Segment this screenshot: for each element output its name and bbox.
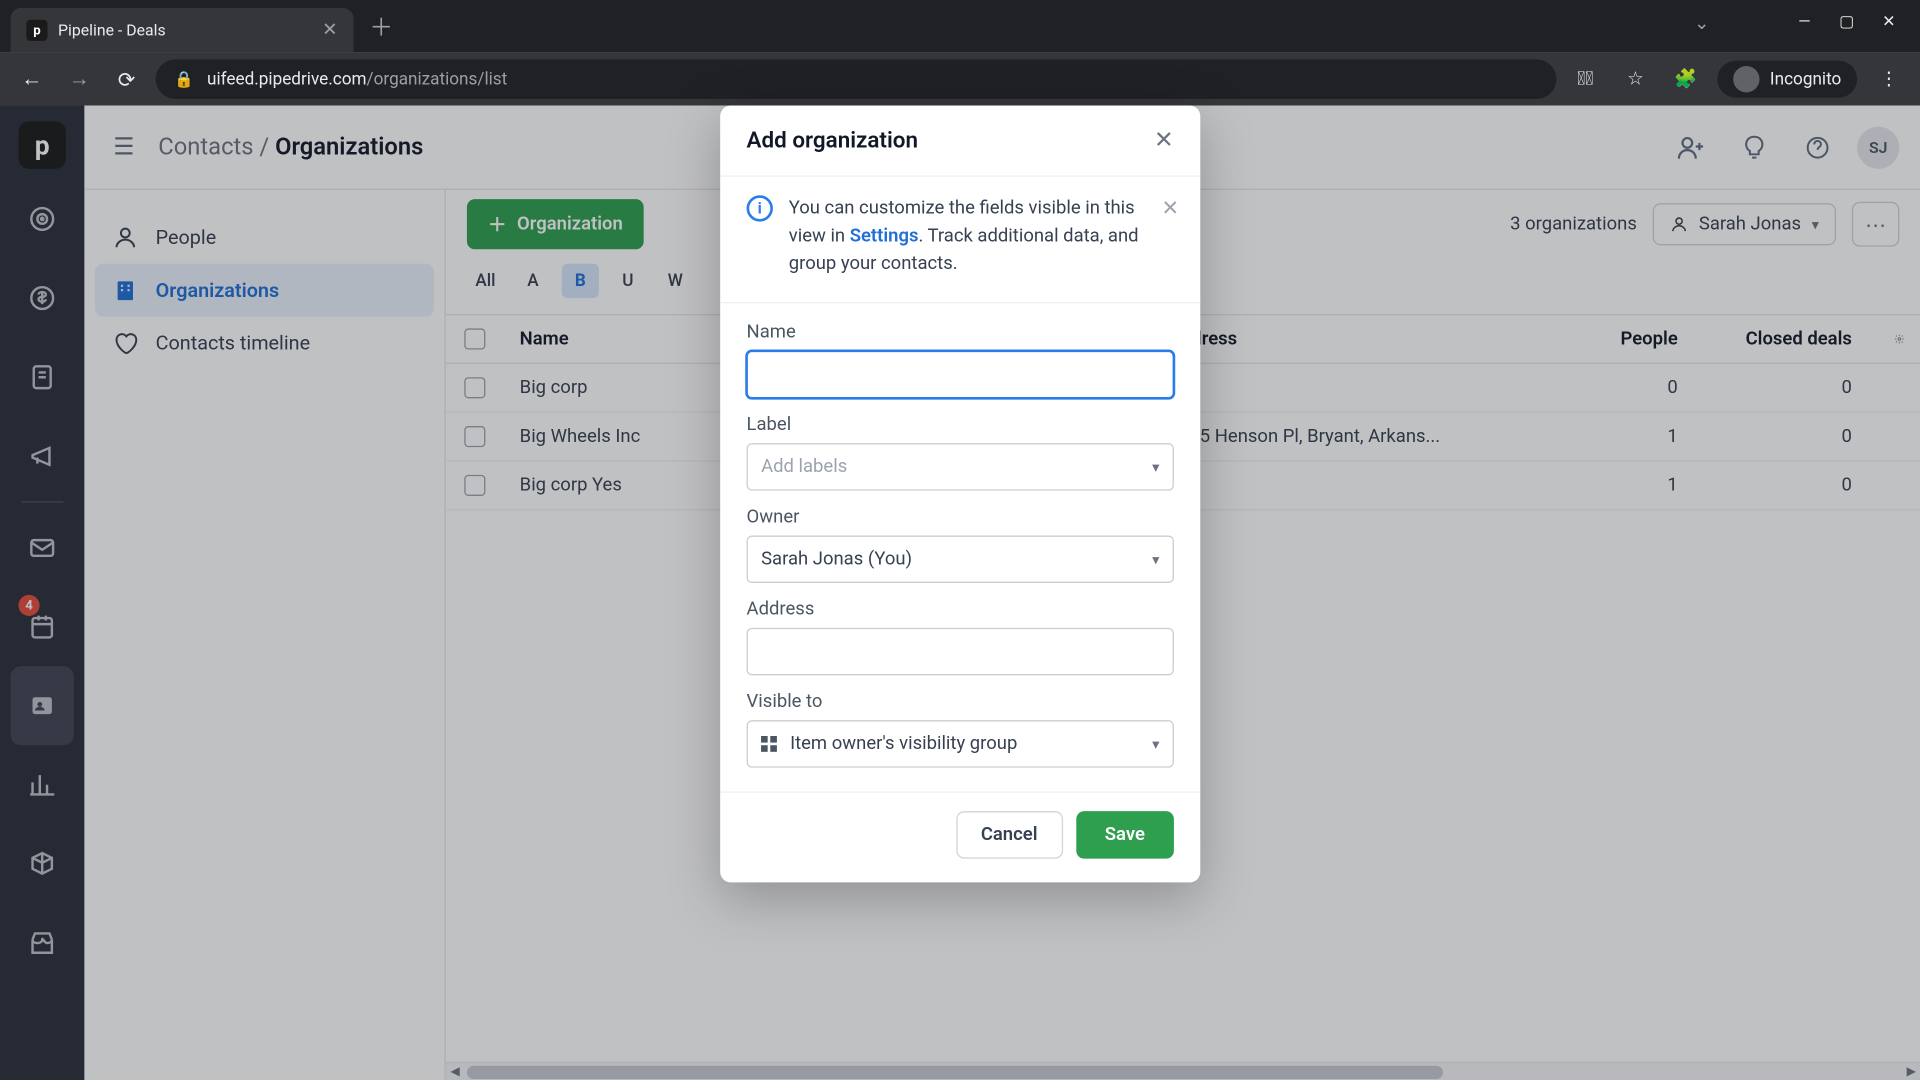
tab-title: Pipeline - Deals [58,21,312,39]
chevron-down-icon: ▾ [1152,551,1159,568]
new-tab-button[interactable]: ＋ [369,9,393,43]
modal-close-button[interactable]: ✕ [1154,127,1174,155]
info-banner: i You can customize the fields visible i… [720,177,1200,304]
browser-menu-button[interactable]: ⋮ [1870,61,1907,98]
grid-icon [761,736,777,752]
forward-button[interactable]: → [61,61,98,98]
bookmark-icon[interactable]: ☆ [1617,61,1654,98]
incognito-badge: Incognito [1717,61,1857,98]
back-button[interactable]: ← [13,61,50,98]
url-host: uifeed.pipedrive.com [207,69,367,89]
label-select[interactable]: Add labels ▾ [747,443,1174,490]
chevron-down-icon: ▾ [1152,735,1159,752]
add-organization-modal: Add organization ✕ i You can customize t… [720,106,1200,883]
cancel-button[interactable]: Cancel [956,811,1063,858]
incognito-label: Incognito [1770,69,1841,89]
extensions-icon[interactable]: 🧩 [1667,61,1704,98]
owner-value: Sarah Jonas (You) [761,549,912,570]
tabs-dropdown-icon[interactable]: ⌄ [1694,13,1709,34]
visibility-select[interactable]: Item owner's visibility group ▾ [747,720,1174,767]
browser-titlebar: p Pipeline - Deals ✕ ＋ ⌄ ― ▢ ✕ [0,0,1920,53]
info-icon: i [747,195,773,221]
owner-select[interactable]: Sarah Jonas (You) ▾ [747,536,1174,583]
window-minimize-button[interactable]: ― [1786,8,1823,34]
owner-label: Owner [747,506,1174,527]
window-close-button[interactable]: ✕ [1870,8,1907,34]
name-label: Name [747,322,1174,343]
incognito-icon [1733,66,1759,92]
modal-title: Add organization [747,127,918,153]
reload-button[interactable]: ⟳ [108,61,145,98]
url-input[interactable]: 🔒 uifeed.pipedrive.com/organizations/lis… [156,59,1557,99]
info-close-button[interactable]: ✕ [1162,195,1180,220]
name-input[interactable] [747,351,1174,398]
browser-addressbar: ← → ⟳ 🔒 uifeed.pipedrive.com/organizatio… [0,53,1920,106]
tab-favicon: p [26,20,47,41]
browser-tab[interactable]: p Pipeline - Deals ✕ [11,8,354,53]
window-maximize-button[interactable]: ▢ [1828,8,1865,34]
label-label: Label [747,414,1174,435]
cookie-blocked-icon[interactable]: 👁̸ [1567,61,1604,98]
label-placeholder: Add labels [761,456,847,477]
close-tab-icon[interactable]: ✕ [322,20,337,41]
lock-icon: 🔒 [174,70,194,88]
visible-label: Visible to [747,691,1174,712]
save-button[interactable]: Save [1076,811,1174,858]
address-label: Address [747,599,1174,620]
address-input[interactable] [747,628,1174,675]
chevron-down-icon: ▾ [1152,458,1159,475]
visibility-value: Item owner's visibility group [790,733,1017,754]
settings-link[interactable]: Settings [850,226,919,247]
url-path: /organizations/list [367,69,508,89]
